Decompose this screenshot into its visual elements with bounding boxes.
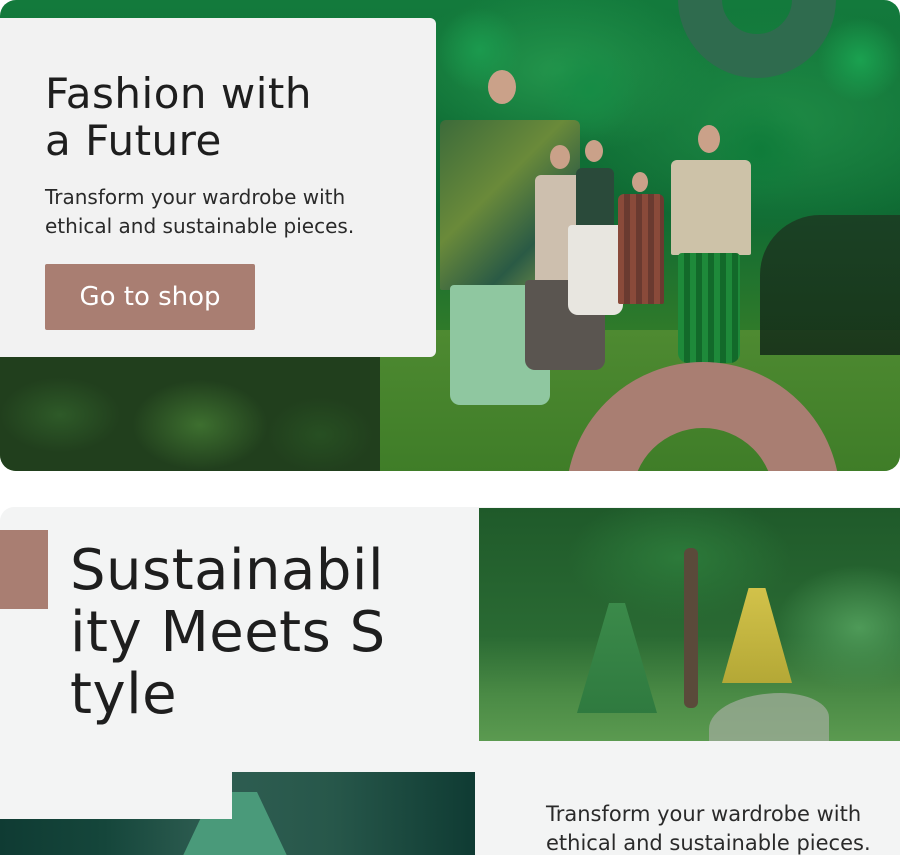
section-subtitle: Transform your wardrobe with ethical and… — [546, 800, 900, 858]
audience-silhouette — [760, 215, 900, 355]
hero-title: Fashion with a Future — [45, 70, 312, 164]
yellow-gown — [722, 588, 792, 683]
go-to-shop-button[interactable]: Go to shop — [45, 264, 255, 330]
accent-block — [0, 530, 48, 609]
green-leaf-gown — [577, 603, 657, 713]
hero-banner: Fashion with a Future Transform your war… — [0, 0, 900, 471]
foreground-plants-image — [0, 355, 380, 471]
section-subtitle-line: ethical and sustainable pieces. — [546, 831, 871, 855]
hero-subtitle-line: Transform your wardrobe with — [45, 185, 346, 209]
runway-model-striped — [666, 125, 756, 365]
section-title: Sustainability Meets Style — [70, 538, 386, 727]
tree-trunk — [684, 548, 698, 708]
forest-runway-photo — [479, 508, 900, 741]
hero-title-line: Fashion with — [45, 69, 312, 118]
hero-title-line: a Future — [45, 116, 222, 165]
section-subtitle-line: Transform your wardrobe with — [546, 802, 862, 826]
hero-text-card: Fashion with a Future Transform your war… — [0, 18, 436, 357]
hero-subtitle-line: ethical and sustainable pieces. — [45, 214, 355, 238]
garden-path — [709, 693, 829, 741]
section-panel-tab — [0, 741, 232, 819]
runway-model-white — [568, 140, 623, 320]
runway-model-plaid — [618, 172, 664, 322]
hero-subtitle: Transform your wardrobe with ethical and… — [45, 183, 425, 241]
